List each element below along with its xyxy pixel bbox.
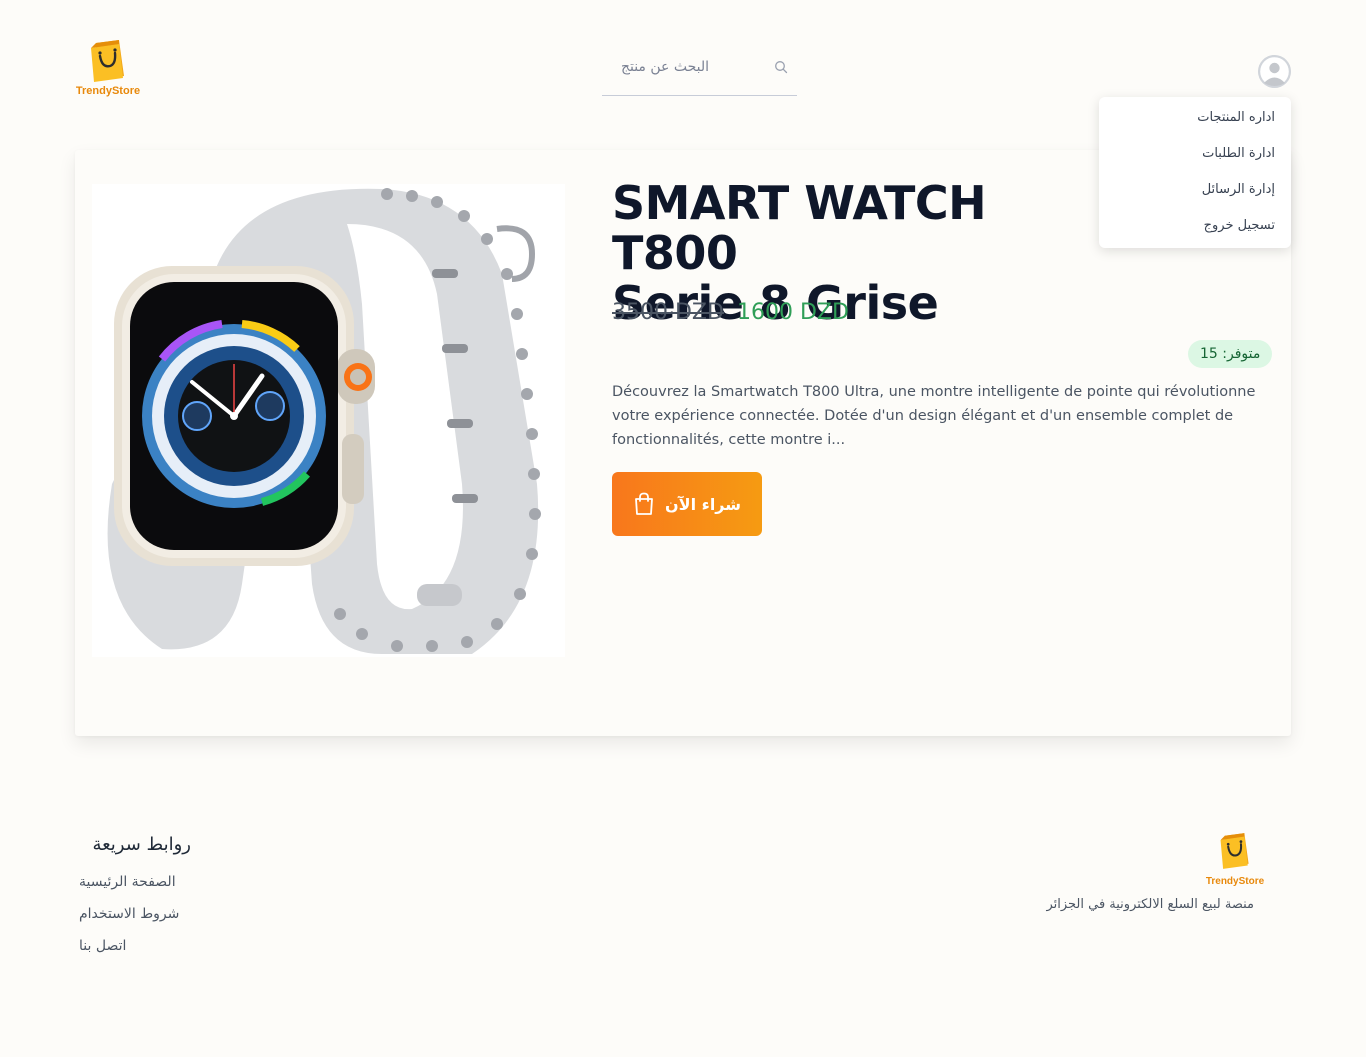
- footer-brand-name: TrendyStore: [1205, 876, 1265, 887]
- footer-link-contact[interactable]: اتصل بنا: [79, 938, 191, 954]
- shopping-bag-logo-icon: [91, 40, 124, 82]
- user-icon: [1258, 55, 1291, 88]
- product-image: [92, 184, 565, 657]
- footer-logo[interactable]: TrendyStore: [1205, 831, 1265, 887]
- site-logo[interactable]: TrendyStore: [72, 38, 144, 97]
- stock-badge: متوفر: 15: [1188, 340, 1273, 368]
- old-price: 3500 DZD: [612, 300, 724, 325]
- search-bar: [602, 42, 797, 96]
- user-avatar[interactable]: [1258, 55, 1291, 88]
- footer-link-home[interactable]: الصفحة الرئيسية: [79, 874, 191, 890]
- shopping-bag-logo-icon: [1220, 833, 1249, 869]
- buy-now-label: شراء الآن: [665, 494, 741, 514]
- footer-tagline: منصة لبيع السلع الالكترونية في الجزائر: [1046, 897, 1254, 912]
- user-dropdown-menu: اداره المنتجات ادارة الطلبات إدارة الرسا…: [1099, 97, 1291, 248]
- footer-link-terms[interactable]: شروط الاستخدام: [79, 906, 191, 922]
- buy-now-button[interactable]: شراء الآن: [612, 472, 762, 536]
- search-icon[interactable]: [774, 60, 788, 74]
- product-title-line-1: SMART WATCH T800: [612, 176, 987, 280]
- search-input[interactable]: [602, 50, 767, 84]
- new-price: 1600 DZD: [737, 300, 849, 325]
- menu-item-manage-products[interactable]: اداره المنتجات: [1099, 105, 1291, 141]
- menu-item-manage-messages[interactable]: إدارة الرسائل: [1099, 177, 1291, 213]
- menu-item-logout[interactable]: تسجيل خروج: [1099, 213, 1291, 249]
- product-description: Découvrez la Smartwatch T800 Ultra, une …: [612, 384, 1256, 448]
- smartwatch-image: [107, 188, 541, 654]
- brand-name: TrendyStore: [75, 85, 141, 97]
- shopping-bag-icon: [635, 492, 653, 515]
- menu-item-manage-orders[interactable]: ادارة الطلبات: [1099, 141, 1291, 177]
- quick-links-title: روابط سريعة: [92, 834, 191, 855]
